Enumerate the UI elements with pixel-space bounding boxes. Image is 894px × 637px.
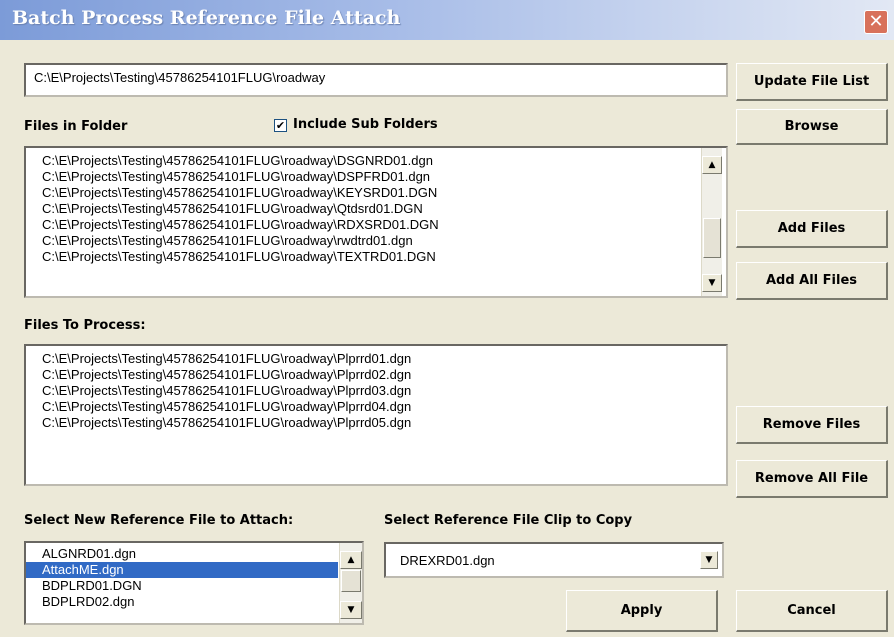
apply-button[interactable]: Apply	[566, 590, 718, 632]
add-files-button[interactable]: Add Files	[736, 210, 888, 248]
include-subfolders-checkbox[interactable]: ✔	[274, 119, 287, 132]
list-item[interactable]: BDPLRD01.DGN	[26, 578, 338, 594]
files-to-process-label: Files To Process:	[24, 318, 146, 333]
update-file-list-button[interactable]: Update File List	[736, 63, 888, 101]
reference-list-scrollbar[interactable]: ▲ ▼	[339, 543, 362, 623]
list-item-selected[interactable]: AttachME.dgn	[26, 562, 338, 578]
remove-all-files-button[interactable]: Remove All File	[736, 460, 888, 498]
add-all-files-button[interactable]: Add All Files	[736, 262, 888, 300]
list-item[interactable]: ALGNRD01.dgn	[26, 546, 338, 562]
scroll-down-icon[interactable]: ▼	[340, 601, 362, 619]
chevron-down-icon[interactable]: ▼	[700, 551, 718, 569]
reference-file-items: ALGNRD01.dgn AttachME.dgn BDPLRD01.DGN B…	[26, 546, 338, 610]
scroll-down-icon[interactable]: ▼	[702, 274, 722, 292]
scroll-up-icon[interactable]: ▲	[702, 156, 722, 174]
list-item[interactable]: C:\E\Projects\Testing\45786254101FLUG\ro…	[26, 249, 696, 265]
files-in-folder-list[interactable]: C:\E\Projects\Testing\45786254101FLUG\ro…	[24, 146, 728, 298]
clip-file-dropdown[interactable]: DREXRD01.dgn ▼	[384, 542, 724, 578]
list-item[interactable]: C:\E\Projects\Testing\45786254101FLUG\ro…	[26, 415, 708, 431]
files-in-folder-scrollbar[interactable]: ▲ ▼	[701, 148, 722, 296]
select-clip-label: Select Reference File Clip to Copy	[384, 513, 633, 528]
list-item[interactable]: BDPLRD02.dgn	[26, 594, 338, 610]
window-title: Batch Process Reference File Attach	[12, 7, 401, 29]
list-item[interactable]: C:\E\Projects\Testing\45786254101FLUG\ro…	[26, 351, 708, 367]
browse-button[interactable]: Browse	[736, 109, 888, 145]
select-reference-label: Select New Reference File to Attach:	[24, 513, 294, 528]
list-item[interactable]: C:\E\Projects\Testing\45786254101FLUG\ro…	[26, 153, 696, 169]
files-to-process-items: C:\E\Projects\Testing\45786254101FLUG\ro…	[26, 351, 708, 431]
list-item[interactable]: C:\E\Projects\Testing\45786254101FLUG\ro…	[26, 399, 708, 415]
title-bar[interactable]: Batch Process Reference File Attach ✕	[0, 0, 894, 40]
list-item[interactable]: C:\E\Projects\Testing\45786254101FLUG\ro…	[26, 169, 696, 185]
cancel-button[interactable]: Cancel	[736, 590, 888, 632]
scroll-up-icon[interactable]: ▲	[340, 551, 362, 569]
list-item[interactable]: C:\E\Projects\Testing\45786254101FLUG\ro…	[26, 383, 708, 399]
dialog-window: Batch Process Reference File Attach ✕ C:…	[0, 0, 894, 637]
files-in-folder-items: C:\E\Projects\Testing\45786254101FLUG\ro…	[26, 153, 696, 265]
close-icon[interactable]: ✕	[864, 10, 888, 34]
files-in-folder-label: Files in Folder	[24, 119, 128, 134]
clip-file-value: DREXRD01.dgn	[400, 553, 495, 568]
scroll-thumb[interactable]	[703, 218, 721, 258]
folder-path-input[interactable]: C:\E\Projects\Testing\45786254101FLUG\ro…	[24, 63, 728, 97]
reference-file-list[interactable]: ALGNRD01.dgn AttachME.dgn BDPLRD01.DGN B…	[24, 541, 364, 625]
include-subfolders-label: Include Sub Folders	[293, 117, 438, 132]
list-item[interactable]: C:\E\Projects\Testing\45786254101FLUG\ro…	[26, 217, 696, 233]
list-item[interactable]: C:\E\Projects\Testing\45786254101FLUG\ro…	[26, 201, 696, 217]
list-item[interactable]: C:\E\Projects\Testing\45786254101FLUG\ro…	[26, 185, 696, 201]
list-item[interactable]: C:\E\Projects\Testing\45786254101FLUG\ro…	[26, 233, 696, 249]
remove-files-button[interactable]: Remove Files	[736, 406, 888, 444]
list-item[interactable]: C:\E\Projects\Testing\45786254101FLUG\ro…	[26, 367, 708, 383]
files-to-process-list[interactable]: C:\E\Projects\Testing\45786254101FLUG\ro…	[24, 344, 728, 486]
scroll-thumb[interactable]	[341, 570, 361, 592]
